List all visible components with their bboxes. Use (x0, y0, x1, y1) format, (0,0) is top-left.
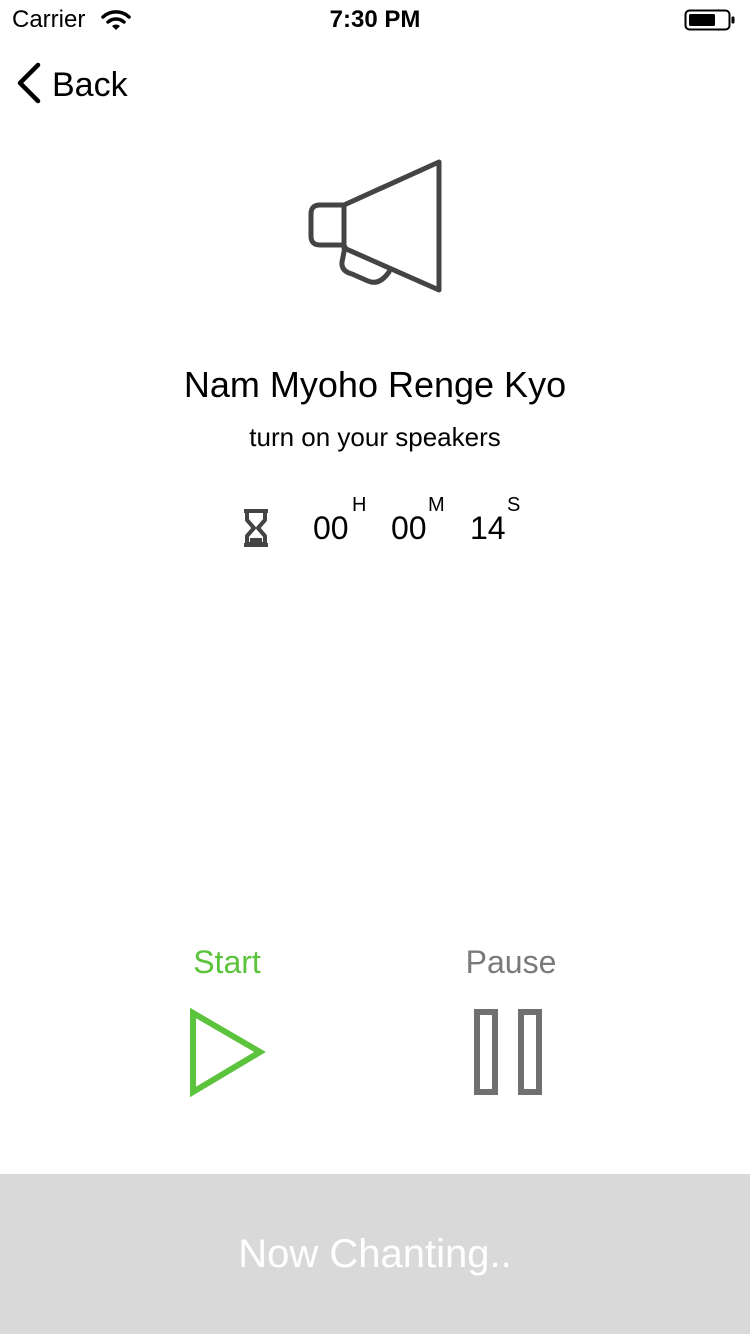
timer-hours-unit: H (352, 494, 367, 516)
start-button[interactable] (186, 1006, 270, 1105)
back-label: Back (52, 65, 128, 104)
timer-minutes-unit: M (428, 494, 445, 516)
now-chanting-bar: Now Chanting.. (0, 1174, 750, 1334)
status-bar: Carrier 7:30 PM (0, 0, 750, 40)
back-button[interactable]: Back (14, 60, 128, 110)
speaker-hint: turn on your speakers (249, 422, 501, 452)
chevron-left-icon (14, 61, 44, 110)
megaphone-icon (300, 150, 450, 305)
play-icon (186, 1007, 270, 1104)
timer-minutes: 00 (391, 510, 427, 546)
now-chanting-label: Now Chanting.. (238, 1232, 512, 1276)
hourglass-icon (241, 508, 271, 553)
pause-button[interactable] (472, 1008, 548, 1103)
timer-hours: 00 (313, 510, 349, 546)
timer-seconds: 14 (470, 510, 506, 546)
pause-label[interactable]: Pause (446, 944, 576, 981)
pause-icon (472, 1009, 548, 1102)
start-label[interactable]: Start (162, 944, 292, 981)
elapsed-timer: 00 H 00 M 14 S (0, 494, 750, 554)
battery-icon (684, 8, 736, 37)
timer-seconds-unit: S (507, 494, 521, 516)
mantra-title: Nam Myoho Renge Kyo (183, 364, 567, 405)
clock-time: 7:30 PM (329, 6, 421, 33)
